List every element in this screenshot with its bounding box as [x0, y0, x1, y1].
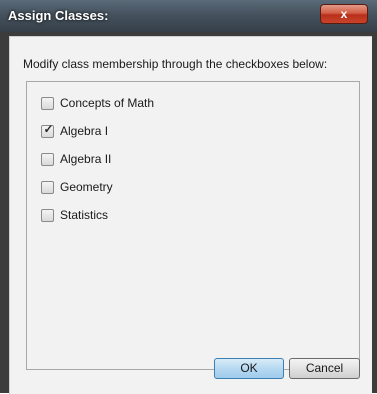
checkmark-icon — [42, 95, 55, 108]
title-bar[interactable]: Assign Classes: x — [0, 0, 377, 32]
instruction-text: Modify class membership through the chec… — [23, 57, 328, 71]
class-item-concepts-of-math[interactable]: Concepts of Math — [41, 95, 154, 111]
ok-button[interactable]: OK — [214, 358, 284, 379]
checkbox-statistics[interactable] — [41, 207, 55, 222]
close-button[interactable]: x — [320, 4, 368, 24]
class-item-algebra-i[interactable]: ✓ Algebra I — [41, 121, 109, 139]
checkmark-icon — [42, 207, 55, 220]
class-label-geometry: Geometry — [60, 180, 113, 194]
class-label-algebra-ii: Algebra II — [60, 152, 112, 166]
class-item-geometry[interactable]: Geometry — [41, 179, 113, 195]
checkbox-concepts-of-math[interactable] — [41, 95, 55, 110]
checkmark-icon — [42, 179, 55, 192]
class-list: Concepts of Math ✓ Algebra I Algebra II … — [26, 81, 360, 370]
checkbox-geometry[interactable] — [41, 179, 55, 194]
checkbox-algebra-i[interactable]: ✓ — [41, 121, 54, 138]
checkbox-algebra-ii[interactable] — [41, 151, 55, 166]
checkmark-icon — [42, 151, 55, 164]
class-item-statistics[interactable]: Statistics — [41, 207, 108, 223]
class-label-algebra-i: Algebra I — [60, 124, 109, 138]
dialog-body: Modify class membership through the chec… — [9, 36, 372, 394]
class-label-statistics: Statistics — [60, 208, 109, 222]
assign-classes-dialog: Assign Classes: x Modify class membershi… — [0, 0, 377, 394]
checkmark-icon: ✓ — [43, 121, 54, 136]
class-label-concepts-of-math: Concepts of Math — [60, 96, 155, 110]
cancel-button[interactable]: Cancel — [289, 358, 360, 379]
class-item-algebra-ii[interactable]: Algebra II — [41, 151, 111, 167]
dialog-title: Assign Classes: — [8, 8, 109, 23]
